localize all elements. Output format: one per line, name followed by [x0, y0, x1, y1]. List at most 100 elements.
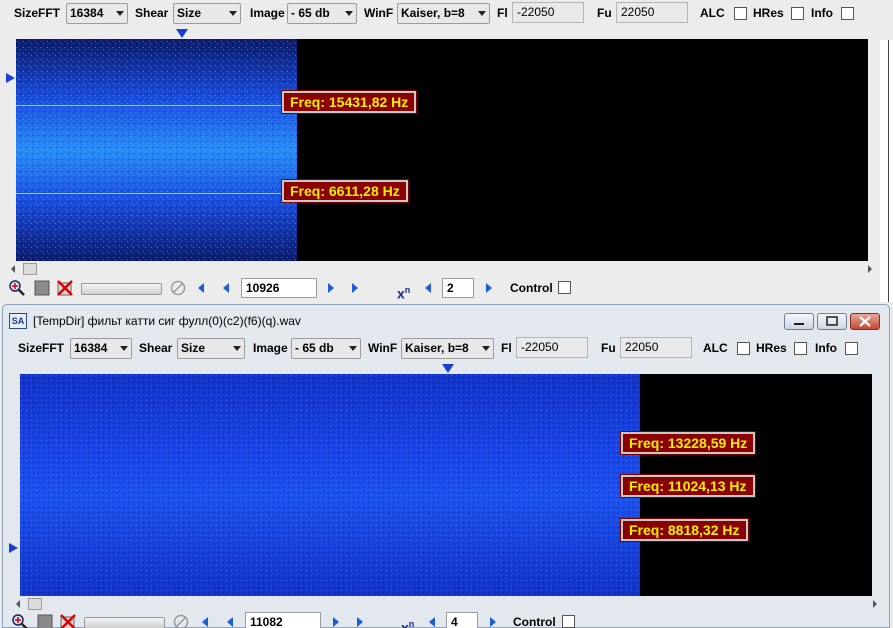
- prev-button[interactable]: [222, 613, 238, 628]
- alc-checkbox[interactable]: [734, 7, 747, 20]
- power-base: x: [397, 285, 405, 302]
- window-title: [TempDir] фильт катти сиг фулл(0)(c2)(f6…: [33, 314, 301, 328]
- disabled-icon[interactable]: [169, 279, 187, 297]
- zoom-decrease-button[interactable]: [420, 279, 436, 297]
- sizefft-select[interactable]: 16384: [66, 3, 128, 24]
- horizontal-scrollbar[interactable]: [8, 262, 874, 276]
- next-fast-button[interactable]: [352, 613, 368, 628]
- scroll-thumb[interactable]: [23, 263, 37, 275]
- background-window-edge: [880, 40, 893, 302]
- image-select[interactable]: - 65 db: [287, 3, 357, 24]
- shear-select[interactable]: Size: [177, 338, 245, 359]
- zoom-field[interactable]: 4: [446, 612, 478, 628]
- window-titlebar[interactable]: SA [TempDir] фильт катти сиг фулл(0)(c2)…: [3, 305, 889, 335]
- delete-icon[interactable]: [59, 613, 77, 628]
- frequency-cursor-marker[interactable]: [442, 364, 454, 373]
- freq-marker-tag[interactable]: Freq: 13228,59 Hz: [619, 431, 757, 455]
- disabled-icon[interactable]: [172, 613, 190, 628]
- winf-label: WinF: [368, 341, 398, 355]
- fu-field[interactable]: 22050: [616, 2, 688, 23]
- position-field[interactable]: 11082: [245, 612, 321, 628]
- maximize-button[interactable]: [817, 313, 847, 330]
- control-checkbox[interactable]: [558, 281, 571, 294]
- stop-icon[interactable]: [33, 279, 51, 297]
- scroll-thumb[interactable]: [28, 598, 42, 610]
- minimize-button[interactable]: [784, 313, 814, 330]
- stop-icon[interactable]: [36, 613, 54, 628]
- prev-button[interactable]: [218, 279, 234, 297]
- spectrum-window-2: SA [TempDir] фильт катти сиг фулл(0)(c2)…: [2, 304, 890, 628]
- scroll-right-icon[interactable]: [873, 600, 877, 608]
- hres-label: HRes: [753, 6, 784, 20]
- info-checkbox[interactable]: [845, 342, 858, 355]
- zoom-increase-button[interactable]: [485, 613, 501, 628]
- power-label: xn: [401, 615, 414, 628]
- fl-field[interactable]: -22050: [516, 337, 588, 358]
- control-checkbox[interactable]: [562, 615, 575, 628]
- zoom-increase-button[interactable]: [481, 279, 497, 297]
- zoom-decrease-button[interactable]: [424, 613, 440, 628]
- spectrogram-view[interactable]: [16, 39, 868, 261]
- time-cursor-marker[interactable]: [9, 543, 18, 553]
- sizefft-label: SizeFFT: [18, 341, 65, 355]
- position-slider[interactable]: [84, 617, 165, 628]
- alc-label: ALC: [703, 341, 728, 355]
- sizefft-label: SizeFFT: [14, 6, 61, 20]
- delete-icon[interactable]: [56, 279, 74, 297]
- power-base: x: [401, 619, 409, 628]
- freq-marker-tag[interactable]: Freq: 11024,13 Hz: [620, 474, 756, 498]
- fl-label: Fl: [501, 341, 512, 355]
- winf-select[interactable]: Kaiser, b=8: [397, 3, 490, 24]
- chevron-down-icon: [116, 11, 124, 16]
- info-label: Info: [811, 6, 833, 20]
- scroll-right-icon[interactable]: [868, 265, 872, 273]
- prev-fast-button[interactable]: [197, 613, 213, 628]
- spectrum-panel-1: SizeFFT 16384 Shear Size Image - 65 db W…: [0, 0, 893, 302]
- restore-icon: [826, 316, 838, 326]
- image-select[interactable]: - 65 db: [291, 338, 361, 359]
- freq-marker-tag[interactable]: Freq: 15431,82 Hz: [280, 90, 418, 114]
- shear-select[interactable]: Size: [173, 3, 241, 24]
- close-button[interactable]: [850, 313, 880, 330]
- prev-fast-button[interactable]: [193, 279, 209, 297]
- winf-label: WinF: [364, 6, 394, 20]
- position-slider[interactable]: [81, 283, 162, 295]
- info-label: Info: [815, 341, 837, 355]
- hres-label: HRes: [756, 341, 787, 355]
- freq-marker-tag[interactable]: Freq: 6611,28 Hz: [281, 179, 409, 203]
- next-button[interactable]: [328, 613, 344, 628]
- fu-field[interactable]: 22050: [620, 337, 692, 358]
- hres-checkbox[interactable]: [791, 7, 804, 20]
- sizefft-select[interactable]: 16384: [70, 338, 132, 359]
- chevron-down-icon: [229, 11, 237, 16]
- scroll-left-icon[interactable]: [11, 265, 15, 273]
- toolbar-1: SizeFFT 16384 Shear Size Image - 65 db W…: [0, 2, 893, 26]
- zoom-field[interactable]: 2: [442, 278, 474, 298]
- chevron-down-icon: [345, 11, 353, 16]
- winf-select[interactable]: Kaiser, b=8: [401, 338, 494, 359]
- control-label: Control: [510, 281, 553, 295]
- freq-marker-tag[interactable]: Freq: 8818,32 Hz: [620, 518, 749, 542]
- next-fast-button[interactable]: [347, 279, 363, 297]
- control-bar-2: 11082 xn 4 Control: [3, 612, 889, 628]
- frequency-cursor-marker[interactable]: [176, 29, 188, 38]
- horizontal-scrollbar[interactable]: [13, 597, 879, 611]
- spectrogram-image: [16, 39, 297, 261]
- position-field[interactable]: 10926: [241, 278, 317, 298]
- alc-checkbox[interactable]: [737, 342, 750, 355]
- power-exponent: n: [408, 619, 415, 628]
- hres-checkbox[interactable]: [794, 342, 807, 355]
- alc-label: ALC: [700, 6, 725, 20]
- info-checkbox[interactable]: [841, 7, 854, 20]
- zoom-in-icon[interactable]: [11, 613, 29, 628]
- sizefft-value: 16384: [70, 6, 104, 20]
- fl-field[interactable]: -22050: [512, 2, 584, 23]
- next-button[interactable]: [323, 279, 339, 297]
- sizefft-value: 16384: [74, 341, 108, 355]
- scroll-left-icon[interactable]: [16, 600, 20, 608]
- close-icon: [859, 316, 871, 327]
- image-label: Image: [250, 6, 285, 20]
- zoom-in-icon[interactable]: [8, 279, 26, 297]
- time-cursor-marker[interactable]: [6, 73, 15, 83]
- power-exponent: n: [404, 285, 411, 295]
